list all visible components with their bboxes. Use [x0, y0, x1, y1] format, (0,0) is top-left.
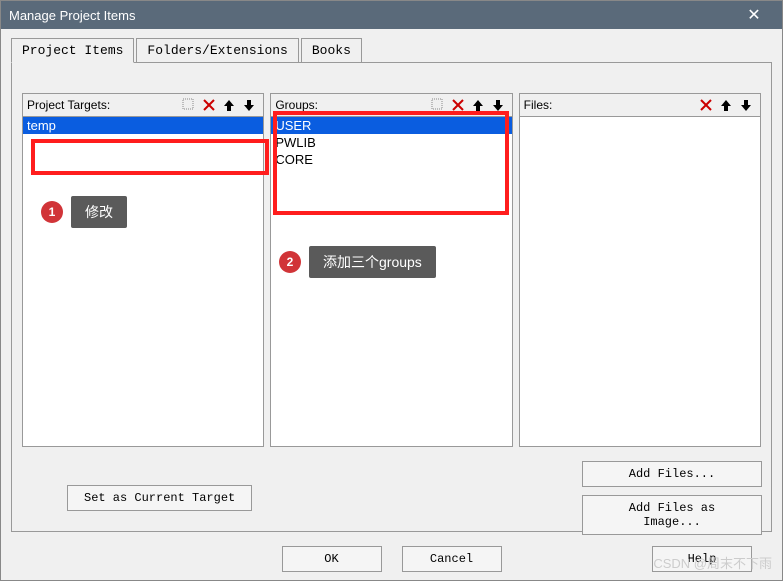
groups-list[interactable]: USER PWLIB CORE: [270, 117, 512, 447]
add-files-button[interactable]: Add Files...: [582, 461, 762, 487]
arrow-down-icon: [491, 98, 505, 112]
annotation-2: 2 添加三个groups: [279, 246, 436, 278]
arrow-down-icon: [739, 98, 753, 112]
files-header: Files:: [519, 93, 761, 117]
targets-list[interactable]: temp: [22, 117, 264, 447]
set-current-target-button[interactable]: Set as Current Target: [67, 485, 252, 511]
arrow-up-icon: [222, 98, 236, 112]
list-item[interactable]: CORE: [271, 151, 511, 168]
delete-icon: [202, 98, 216, 112]
tab-strip: Project Items Folders/Extensions Books: [1, 29, 782, 62]
column-files: Files:: [519, 93, 761, 447]
move-down-file-button[interactable]: [737, 96, 755, 114]
list-item[interactable]: PWLIB: [271, 134, 511, 151]
new-icon: [431, 98, 445, 112]
list-item[interactable]: temp: [23, 117, 263, 134]
tab-project-items[interactable]: Project Items: [11, 38, 134, 63]
move-down-target-button[interactable]: [240, 96, 258, 114]
annotation-badge-1: 1: [41, 201, 63, 223]
right-actions: Add Files... Add Files as Image...: [582, 461, 762, 535]
groups-header: Groups:: [270, 93, 512, 117]
groups-label: Groups:: [275, 98, 427, 112]
annotation-text-1: 修改: [71, 196, 127, 228]
delete-target-button[interactable]: [200, 96, 218, 114]
dialog-window: Manage Project Items ✕ Project Items Fol…: [0, 0, 783, 581]
new-icon: [182, 98, 196, 112]
ok-button[interactable]: OK: [282, 546, 382, 572]
files-list[interactable]: [519, 117, 761, 447]
arrow-up-icon: [471, 98, 485, 112]
close-button[interactable]: ✕: [734, 1, 774, 29]
new-group-button[interactable]: [429, 96, 447, 114]
list-item[interactable]: USER: [271, 117, 511, 134]
delete-file-button[interactable]: [697, 96, 715, 114]
tab-books[interactable]: Books: [301, 38, 362, 63]
delete-icon: [451, 98, 465, 112]
cancel-button[interactable]: Cancel: [402, 546, 502, 572]
delete-group-button[interactable]: [449, 96, 467, 114]
left-actions: Set as Current Target: [67, 485, 252, 511]
delete-icon: [699, 98, 713, 112]
arrow-down-icon: [242, 98, 256, 112]
title-bar: Manage Project Items ✕: [1, 1, 782, 29]
window-title: Manage Project Items: [9, 8, 734, 23]
column-targets: Project Targets: temp: [22, 93, 264, 447]
move-up-group-button[interactable]: [469, 96, 487, 114]
tab-folders-extensions[interactable]: Folders/Extensions: [136, 38, 298, 63]
new-target-button[interactable]: [180, 96, 198, 114]
annotation-text-2: 添加三个groups: [309, 246, 436, 278]
files-label: Files:: [524, 98, 696, 112]
move-up-target-button[interactable]: [220, 96, 238, 114]
targets-header: Project Targets:: [22, 93, 264, 117]
add-files-as-image-button[interactable]: Add Files as Image...: [582, 495, 762, 535]
move-up-file-button[interactable]: [717, 96, 735, 114]
annotation-badge-2: 2: [279, 251, 301, 273]
arrow-up-icon: [719, 98, 733, 112]
targets-label: Project Targets:: [27, 98, 179, 112]
close-icon: ✕: [747, 5, 760, 25]
annotation-1: 1 修改: [41, 196, 127, 228]
move-down-group-button[interactable]: [489, 96, 507, 114]
help-button[interactable]: Help: [652, 546, 752, 572]
